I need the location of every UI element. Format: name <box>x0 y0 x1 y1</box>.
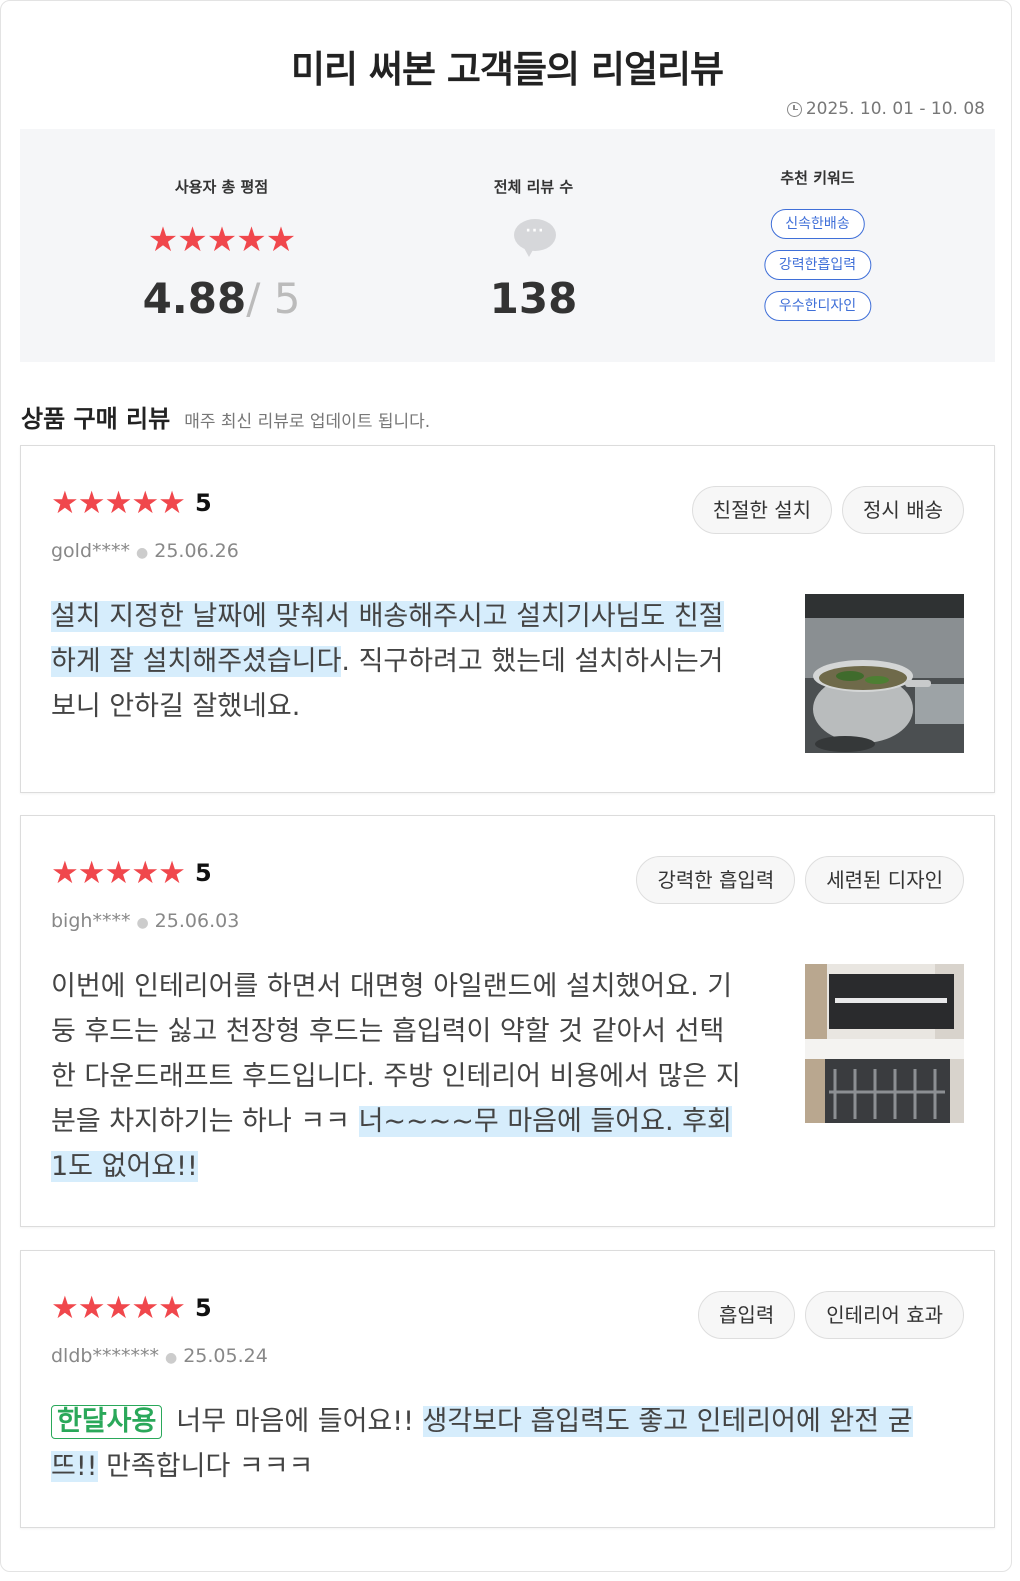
rating-stars-icon: ★★★★★ <box>147 220 296 260</box>
review-meta: gold**** ● 25.06.26 <box>51 540 239 562</box>
review-score: 5 <box>194 859 212 887</box>
period-text: 2025. 10. 01 - 10. 08 <box>805 99 985 119</box>
section-title: 상품 구매 리뷰 <box>21 405 171 433</box>
keyword-tag[interactable]: 우수한디자인 <box>763 291 872 321</box>
review-score: 5 <box>194 1294 212 1322</box>
page-title: 미리 써본 고객들의 리얼리뷰 <box>290 48 724 91</box>
review-score: 5 <box>194 489 212 517</box>
review-rating: ★★★★★ 5 <box>51 856 212 890</box>
rating-label: 사용자 총 평점 <box>174 178 269 196</box>
speech-bubble-icon: ··· <box>514 219 556 257</box>
review-tags: 강력한 흡입력 세련된 디자인 <box>636 856 964 904</box>
review-date: 25.05.24 <box>183 1345 268 1367</box>
rating-score: 4.88/ 5 <box>124 274 319 323</box>
review-panel: 미리 써본 고객들의 리얼리뷰 2025. 10. 01 - 10. 08 사용… <box>0 0 1012 1572</box>
section-header: 상품 구매 리뷰 매주 최신 리뷰로 업데이트 됩니다. <box>21 399 430 434</box>
review-meta: bigh**** ● 25.06.03 <box>51 910 240 932</box>
clock-icon <box>786 101 802 117</box>
section-subtitle: 매주 최신 리뷰로 업데이트 됩니다. <box>184 412 431 432</box>
review-tag: 친절한 설치 <box>691 486 833 534</box>
review-text: 이번에 인테리어를 하면서 대면형 아일랜드에 설치했어요. 기둥 후드는 싫고… <box>51 964 741 1189</box>
review-photo[interactable] <box>805 594 964 753</box>
review-stars-icon: ★★★★★ <box>51 1290 186 1326</box>
review-tag: 세련된 디자인 <box>805 856 964 904</box>
review-body: 너무 마음에 들어요!! <box>176 1406 423 1437</box>
review-tags: 흡입력 인테리어 효과 <box>698 1291 964 1339</box>
review-text: 설치 지정한 날짜에 맞춰서 배송해주시고 설치기사님도 친절하게 잘 설치해주… <box>51 594 741 729</box>
review-tag: 흡입력 <box>698 1291 796 1339</box>
rating-summary: 사용자 총 평점 ★★★★★ 4.88/ 5 전체 리뷰 수 ··· 138 추… <box>20 129 995 362</box>
review-rating: ★★★★★ 5 <box>51 486 212 520</box>
review-card: ★★★★★ 5 dldb******* ● 25.05.24 흡입력 인테리어 효과… <box>20 1250 995 1528</box>
total-review-count: 전체 리뷰 수 ··· 138 <box>436 129 631 362</box>
count-label: 전체 리뷰 수 <box>493 178 574 196</box>
review-tag: 인테리어 효과 <box>805 1291 964 1339</box>
review-user: gold**** <box>51 540 131 562</box>
review-card: ★★★★★ 5 gold**** ● 25.06.26 친절한 설치 정시 배송 설… <box>20 445 995 793</box>
review-date: 25.06.03 <box>154 910 240 932</box>
review-period: 2025. 10. 01 - 10. 08 <box>786 99 985 119</box>
review-tags: 친절한 설치 정시 배송 <box>691 486 964 534</box>
review-stars-icon: ★★★★★ <box>51 485 186 521</box>
rating-max: / 5 <box>246 274 301 323</box>
review-meta: dldb******* ● 25.05.24 <box>51 1345 268 1367</box>
count-value: 138 <box>489 274 578 323</box>
review-tag: 강력한 흡입력 <box>636 856 796 904</box>
review-rating: ★★★★★ 5 <box>51 1291 212 1325</box>
review-card: ★★★★★ 5 bigh**** ● 25.06.03 강력한 흡입력 세련된 디자… <box>20 815 995 1227</box>
review-date: 25.06.26 <box>154 540 239 562</box>
keyword-tag[interactable]: 강력한흡입력 <box>763 250 872 280</box>
keyword-tag[interactable]: 신속한배송 <box>770 209 865 239</box>
review-body-end: 만족합니다 ㅋㅋㅋ <box>97 1451 314 1482</box>
review-stars-icon: ★★★★★ <box>51 855 186 891</box>
usage-badge: 한달사용 <box>51 1405 163 1439</box>
total-rating: 사용자 총 평점 ★★★★★ 4.88/ 5 <box>124 129 319 362</box>
review-user: bigh**** <box>51 910 131 932</box>
review-text: 한달사용 너무 마음에 들어요!! 생각보다 흡입력도 좋고 인테리어에 완전 굳… <box>51 1399 951 1489</box>
review-user: dldb******* <box>51 1345 159 1367</box>
rating-value: 4.88 <box>142 274 247 323</box>
keywords-label: 추천 키워드 <box>780 169 855 187</box>
recommended-keywords: 추천 키워드 신속한배송 강력한흡입력 우수한디자인 <box>720 129 915 362</box>
review-tag: 정시 배송 <box>842 486 964 534</box>
review-photo[interactable] <box>805 964 964 1123</box>
